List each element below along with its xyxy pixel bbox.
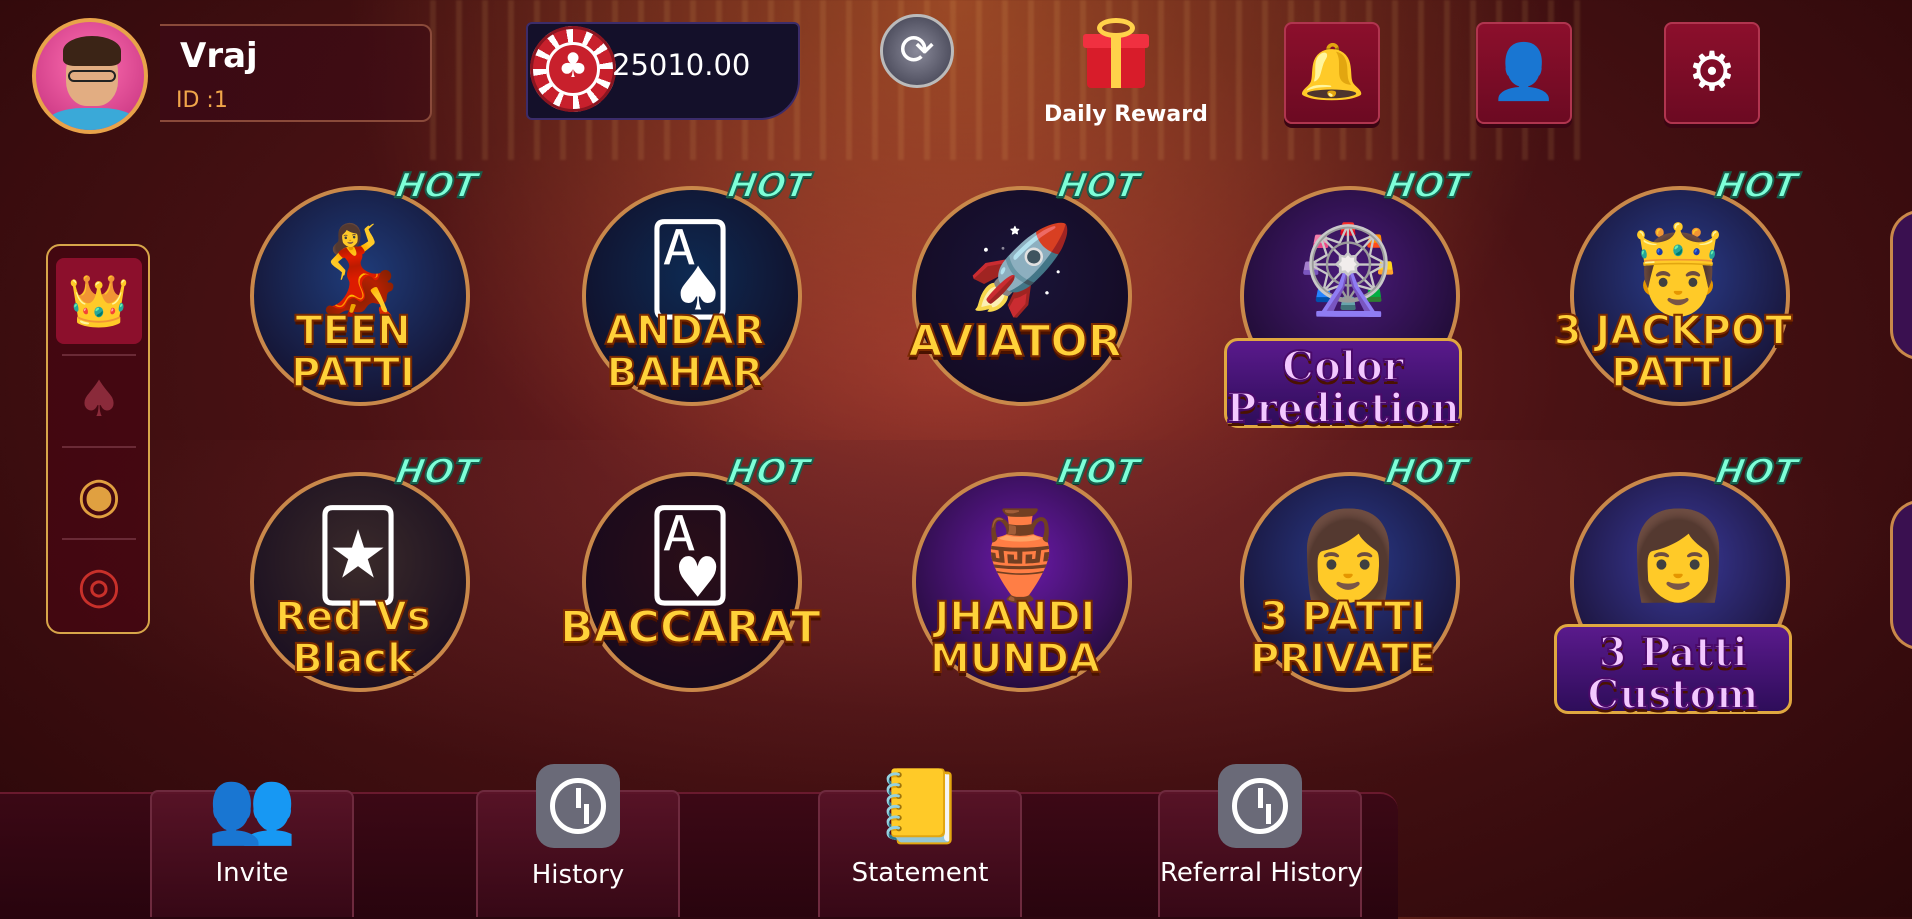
game-title-line: Prediction	[1225, 385, 1461, 432]
game-title: 3 PATTI PRIVATE	[1218, 594, 1468, 682]
username: Vraj	[180, 36, 258, 76]
daily-reward-label[interactable]: Daily Reward	[1044, 102, 1208, 127]
game-title-line: BACCARAT	[559, 602, 822, 653]
category-sidebar: 👑 ♠ ◉ ◎	[46, 244, 150, 634]
game-title-line: JHANDI	[934, 594, 1097, 640]
user-id: ID :1	[176, 88, 228, 113]
notifications-button[interactable]: 🔔	[1284, 22, 1380, 124]
gear-icon: ⚙	[1687, 40, 1737, 103]
game-title-line: PRIVATE	[1249, 636, 1437, 682]
hot-badge: HOT	[1054, 165, 1144, 207]
game-tile-jhandi-munda[interactable]: 🏺 JHANDI MUNDA HOT	[890, 451, 1143, 716]
nav-invite[interactable]: 👥 Invite	[150, 764, 354, 917]
game-title: 3 Patti Custom	[1548, 629, 1798, 718]
game-title-line: PATTI	[1610, 350, 1736, 396]
hot-badge: HOT	[392, 165, 482, 207]
game-title: BACCARAT	[559, 602, 822, 653]
nav-referral-history-label: Referral History	[1160, 858, 1363, 888]
roulette-icon: ◎	[77, 556, 121, 614]
hot-badge: HOT	[392, 451, 482, 493]
card-suits-icon: ♠	[76, 370, 122, 428]
headset-icon: 👤	[1490, 40, 1558, 103]
hot-badge: HOT	[1382, 165, 1472, 207]
avatar-glasses	[68, 70, 116, 82]
avatar-hair	[63, 36, 121, 66]
gift-ribbon	[1111, 34, 1121, 88]
sidebar-item-chips[interactable]: ◉	[56, 452, 142, 538]
game-title-line: 3 JACKPOT	[1553, 308, 1794, 354]
game-title: AVIATOR	[890, 316, 1140, 367]
game-title: TEEN PATTI	[228, 308, 478, 396]
game-art: 🂱	[646, 506, 734, 606]
game-title-line: Custom	[1587, 671, 1760, 718]
nav-invite-label: Invite	[215, 858, 289, 888]
hot-badge: HOT	[1712, 451, 1802, 493]
game-tile-andar-bahar[interactable]: 🂡 ANDAR BAHAR HOT	[560, 165, 813, 430]
avatar[interactable]	[32, 18, 148, 134]
game-title-line: 3 Patti	[1598, 629, 1749, 676]
gift-icon[interactable]	[1083, 18, 1149, 90]
game-title-line: Black	[291, 636, 415, 682]
game-tile-teen-patti[interactable]: 💃 TEEN PATTI HOT	[228, 165, 481, 430]
game-tile-3-patti-custom[interactable]: 👩 3 Patti Custom HOT	[1548, 451, 1801, 718]
game-title-line: TEEN	[294, 308, 411, 354]
more-games-peek[interactable]	[1890, 210, 1912, 360]
chip-icon: ◉	[77, 466, 121, 524]
game-title: ANDAR BAHAR	[560, 308, 810, 396]
game-title-line: Red Vs	[274, 594, 431, 640]
game-title: Color Prediction	[1218, 343, 1468, 432]
gift-bow	[1097, 18, 1135, 38]
hot-badge: HOT	[724, 165, 814, 207]
sidebar-divider	[62, 446, 136, 448]
sidebar-divider	[62, 538, 136, 540]
game-tile-color-prediction[interactable]: 🎡 Color Prediction HOT	[1218, 165, 1471, 432]
nav-statement[interactable]: 📒 Statement	[818, 764, 1022, 917]
game-art: 🎡	[1294, 220, 1402, 320]
chip-symbol: ♣	[557, 46, 589, 86]
clock-icon	[1160, 756, 1360, 873]
game-title-line: 3 PATTI	[1259, 594, 1427, 640]
nav-referral-history[interactable]: Referral History	[1158, 764, 1363, 917]
sidebar-item-crown[interactable]: 👑	[56, 258, 142, 344]
hot-badge: HOT	[1712, 165, 1802, 207]
chip-icon: ♣	[530, 26, 616, 112]
game-title-line: MUNDA	[929, 636, 1101, 682]
crown-icon: 👑	[67, 272, 131, 330]
game-tile-aviator[interactable]: 🚀 AVIATOR HOT	[890, 165, 1143, 430]
game-art: 👩	[1624, 506, 1732, 606]
nav-statement-label: Statement	[851, 858, 989, 888]
game-tile-baccarat[interactable]: 🂱 BACCARAT HOT	[559, 451, 822, 716]
game-title-line: Color	[1281, 343, 1404, 390]
nav-history-label: History	[531, 860, 625, 890]
game-title: JHANDI MUNDA	[890, 594, 1140, 682]
sidebar-item-roulette[interactable]: ◎	[56, 542, 142, 628]
hot-badge: HOT	[1382, 451, 1472, 493]
game-title-line: ANDAR	[604, 308, 765, 354]
refresh-button[interactable]: ⟳	[880, 14, 954, 88]
statement-icon: 📒	[875, 764, 965, 848]
game-art: 🚀	[966, 220, 1074, 320]
hot-badge: HOT	[1054, 451, 1144, 493]
sidebar-item-cards[interactable]: ♠	[56, 356, 142, 442]
game-tile-jackpot-patti[interactable]: 🤴 3 JACKPOT PATTI HOT	[1548, 165, 1801, 430]
settings-button[interactable]: ⚙	[1664, 22, 1760, 124]
support-button[interactable]: 👤	[1476, 22, 1572, 124]
nav-history[interactable]: History	[476, 764, 680, 917]
hot-badge: HOT	[724, 451, 814, 493]
game-title: Red Vs Black	[228, 594, 478, 682]
clock-icon	[478, 756, 678, 873]
game-title: 3 JACKPOT PATTI	[1548, 308, 1798, 396]
game-tile-red-vs-black[interactable]: 🃏 Red Vs Black HOT	[228, 451, 481, 716]
game-title-line: AVIATOR	[907, 316, 1122, 367]
more-games-peek[interactable]	[1890, 500, 1912, 650]
avatar-shirt	[46, 108, 138, 130]
balance-amount: 25010.00	[612, 48, 751, 82]
game-title-line: BAHAR	[606, 350, 765, 396]
refresh-icon: ⟳	[899, 25, 935, 74]
game-title-line: PATTI	[290, 350, 416, 396]
invite-icon: 👥	[207, 764, 297, 848]
bell-icon: 🔔	[1298, 40, 1366, 103]
game-tile-3-patti-private[interactable]: 👩 3 PATTI PRIVATE HOT	[1218, 451, 1471, 716]
